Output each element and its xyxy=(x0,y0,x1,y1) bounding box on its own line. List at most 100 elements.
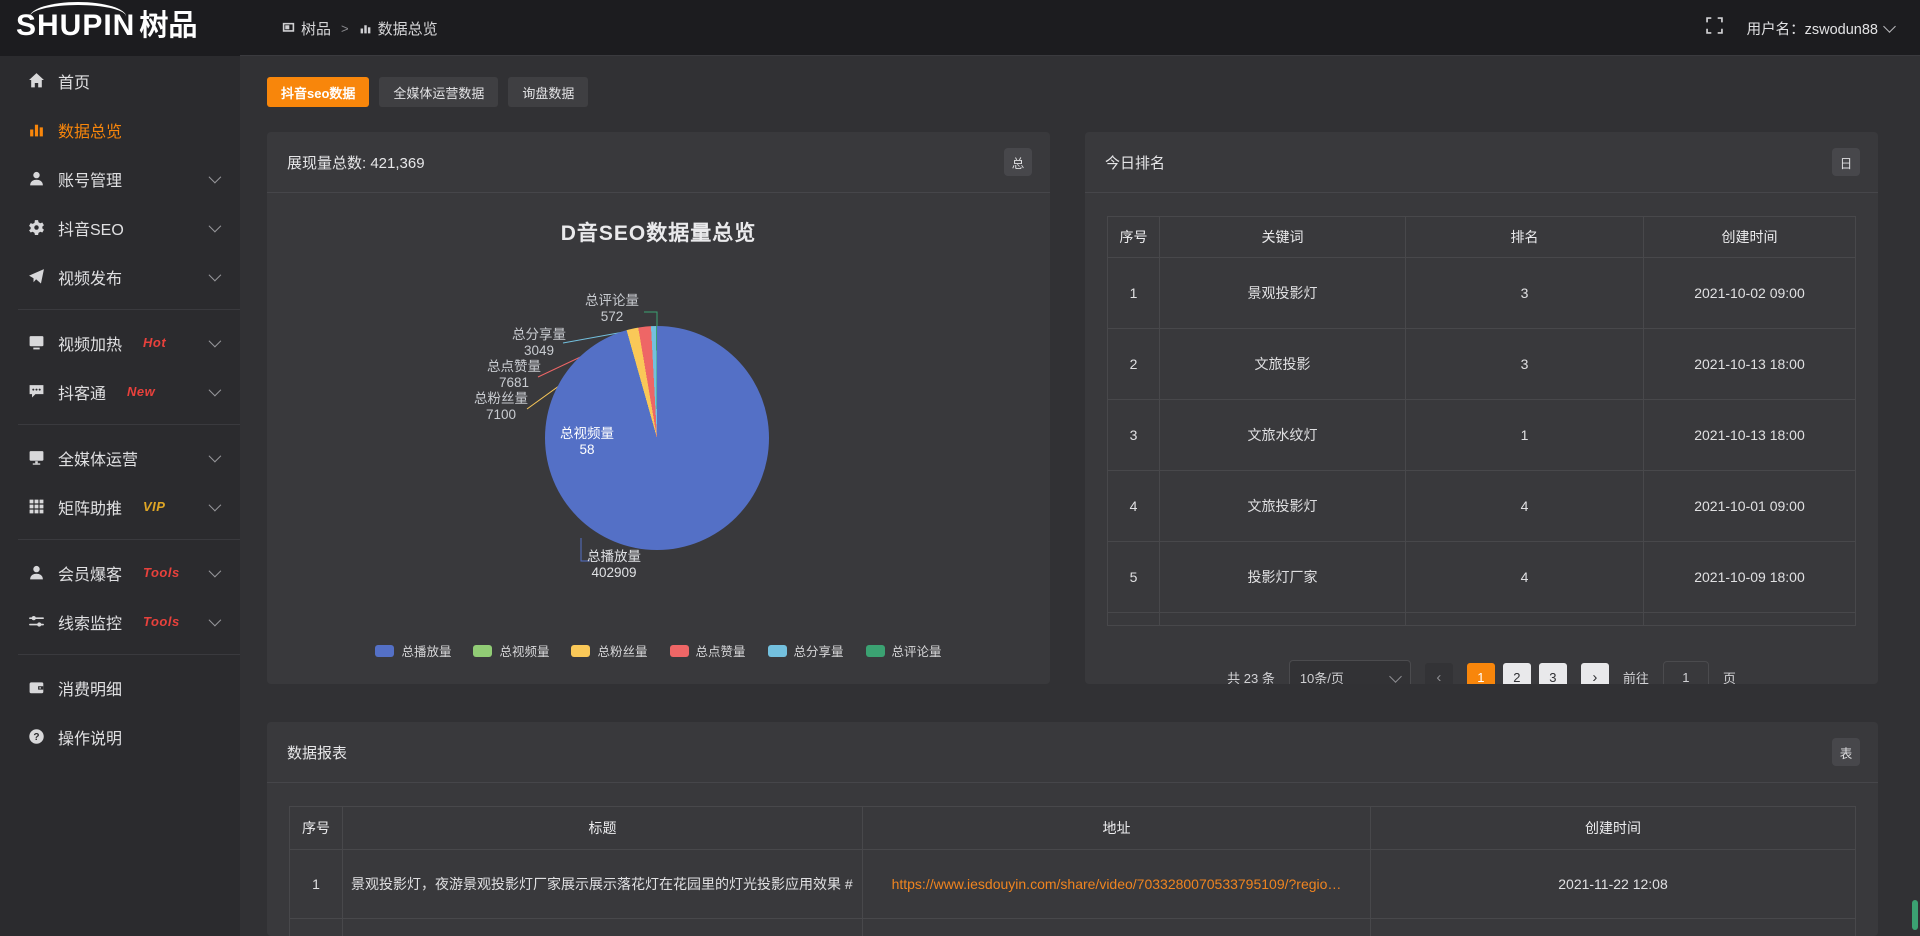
svg-text:?: ? xyxy=(33,732,39,743)
chevron-down-icon xyxy=(209,450,222,463)
col-rank: 排名 xyxy=(1406,217,1644,258)
chevron-down-icon xyxy=(209,220,222,233)
cell-rank: 3 xyxy=(1406,258,1644,329)
col-title: 标题 xyxy=(343,807,863,850)
legend-swatch xyxy=(768,645,787,657)
chevron-down-icon xyxy=(209,171,222,184)
tab-label: 全媒体运营数据 xyxy=(393,83,484,102)
main-content: 抖音seo数据 全媒体运营数据 询盘数据 展现量总数: 421,369 总 D音… xyxy=(240,56,1920,936)
goto-page-input[interactable]: 1 xyxy=(1663,661,1709,684)
page-number-button[interactable]: 3 xyxy=(1539,663,1567,684)
legend-label: 总视频量 xyxy=(499,641,549,660)
sidebar-item[interactable]: 会员爆客 Tools xyxy=(0,548,240,597)
sidebar-item[interactable]: 首页 xyxy=(0,56,240,105)
sidebar-item-badge: Hot xyxy=(143,335,166,350)
cell-rank: 3 xyxy=(1406,329,1644,400)
breadcrumb-item-current[interactable]: 数据总览 xyxy=(359,18,438,39)
total-badge-button[interactable]: 总 xyxy=(1004,148,1032,176)
sidebar-item-label: 账号管理 xyxy=(58,167,122,191)
report-title: 数据报表 xyxy=(287,742,347,763)
table-row: 4 文旅投影灯 4 2021-10-01 09:00 xyxy=(1108,471,1856,542)
chevron-down-icon xyxy=(209,565,222,578)
pie-chart-area: D音SEO数据量总览 总评论量572 总分享量3049 总点赞量7681 总粉丝… xyxy=(267,193,1050,684)
ranking-panel-header: 今日排名 日 xyxy=(1085,132,1878,193)
day-badge-button[interactable]: 日 xyxy=(1832,148,1860,176)
fullscreen-icon[interactable] xyxy=(1706,17,1723,39)
breadcrumb-item-home[interactable]: 树品 xyxy=(282,18,331,39)
sidebar-item-label: 视频加热 xyxy=(58,331,122,355)
col-url: 地址 xyxy=(863,807,1371,850)
overview-panel: 展现量总数: 421,369 总 D音SEO数据量总览 总评论量572 总分享量… xyxy=(267,132,1050,684)
legend-item[interactable]: 总粉丝量 xyxy=(571,641,647,660)
ranking-title: 今日排名 xyxy=(1105,152,1165,173)
chart-legend: 总播放量 总视频量 总粉丝量 总点赞量 xyxy=(267,641,1050,660)
legend-label: 总播放量 xyxy=(401,641,451,660)
sidebar-item[interactable]: 视频加热 Hot xyxy=(0,318,240,367)
screen-icon xyxy=(28,334,45,351)
scrollbar-thumb[interactable] xyxy=(1912,900,1918,930)
sidebar-item[interactable]: 数据总览 xyxy=(0,105,240,154)
table-badge-button[interactable]: 表 xyxy=(1832,738,1860,766)
table-row: 5 投影灯厂家 4 2021-10-09 18:00 xyxy=(1108,542,1856,613)
breadcrumb-label: 数据总览 xyxy=(378,18,438,39)
cell-keyword: 文旅水纹灯 xyxy=(1160,400,1406,471)
tab[interactable]: 询盘数据 xyxy=(508,77,588,107)
sidebar-item[interactable]: 账号管理 xyxy=(0,154,240,203)
pie-label-videos: 总视频量58 xyxy=(560,426,614,458)
logo-text-cn: 树品 xyxy=(139,8,197,44)
help-icon: ? xyxy=(28,728,45,745)
cell-no: 1 xyxy=(290,850,343,919)
prev-page-button[interactable]: ‹ xyxy=(1425,663,1453,684)
cell-no: 3 xyxy=(1108,400,1160,471)
sidebar-item[interactable]: 线索监控 Tools xyxy=(0,597,240,646)
cell-title: 景观投影灯，夜游景观投影灯厂家展示展示落花灯在花园里的灯光投影应用效果 # xyxy=(343,850,863,919)
next-page-button[interactable]: › xyxy=(1581,663,1609,684)
sidebar-item[interactable]: 矩阵助推 VIP xyxy=(0,482,240,531)
sidebar-item[interactable]: 消费明细 xyxy=(0,663,240,712)
legend-item[interactable]: 总播放量 xyxy=(375,641,451,660)
page-number-button[interactable]: 1 xyxy=(1467,663,1495,684)
sidebar-divider xyxy=(18,539,240,540)
chevron-down-icon xyxy=(209,384,222,397)
table-header-row: 序号 标题 地址 创建时间 xyxy=(290,807,1856,850)
legend-label: 总分享量 xyxy=(794,641,844,660)
sidebar-item[interactable]: 抖音SEO xyxy=(0,203,240,252)
page-buttons: 1 2 3 xyxy=(1467,663,1567,684)
sidebar-item-label: 线索监控 xyxy=(58,610,122,634)
sidebar-divider xyxy=(18,424,240,425)
legend-item[interactable]: 总视频量 xyxy=(473,641,549,660)
data-tabs: 抖音seo数据 全媒体运营数据 询盘数据 xyxy=(267,77,588,107)
col-keyword: 关键词 xyxy=(1160,217,1406,258)
sidebar-item[interactable]: 抖客通 New xyxy=(0,367,240,416)
dashboard-icon xyxy=(282,22,295,35)
user-icon xyxy=(28,170,45,187)
col-no: 序号 xyxy=(290,807,343,850)
sidebar-item[interactable]: ? 操作说明 xyxy=(0,712,240,761)
username-label: 用户名：zswodun88 xyxy=(1747,18,1878,39)
sidebar-item[interactable]: 全媒体运营 xyxy=(0,433,240,482)
pie-label-plays: 总播放量402909 xyxy=(587,549,641,581)
monitor-icon xyxy=(28,449,45,466)
tab[interactable]: 全媒体运营数据 xyxy=(379,77,498,107)
legend-item[interactable]: 总分享量 xyxy=(768,641,844,660)
legend-item[interactable]: 总评论量 xyxy=(866,641,942,660)
sidebar-item-badge: Tools xyxy=(143,614,180,629)
sidebar: 首页 数据总览 账号管理 抖音SEO 视 xyxy=(0,56,240,936)
bar-chart-icon xyxy=(28,121,45,138)
gear-icon xyxy=(28,219,45,236)
sidebar-item[interactable]: 视频发布 xyxy=(0,252,240,301)
legend-item[interactable]: 总点赞量 xyxy=(670,641,746,660)
sidebar-item-badge: Tools xyxy=(143,565,180,580)
page-size-select[interactable]: 10条/页 xyxy=(1289,660,1411,684)
sidebar-divider xyxy=(18,654,240,655)
cell-video-link[interactable]: https://www.iesdouyin.com/share/video/70… xyxy=(863,850,1371,919)
page-size-value: 10条/页 xyxy=(1300,668,1344,685)
col-created: 创建时间 xyxy=(1371,807,1856,850)
user-menu[interactable]: 用户名：zswodun88 xyxy=(1747,18,1894,39)
tab[interactable]: 抖音seo数据 xyxy=(267,77,369,107)
page-number-button[interactable]: 2 xyxy=(1503,663,1531,684)
overview-panel-header: 展现量总数: 421,369 总 xyxy=(267,132,1050,193)
cell-keyword: 文旅投影灯 xyxy=(1160,471,1406,542)
app-logo: SHUPIN 树品 xyxy=(16,8,197,44)
sidebar-item-badge: VIP xyxy=(143,499,165,514)
